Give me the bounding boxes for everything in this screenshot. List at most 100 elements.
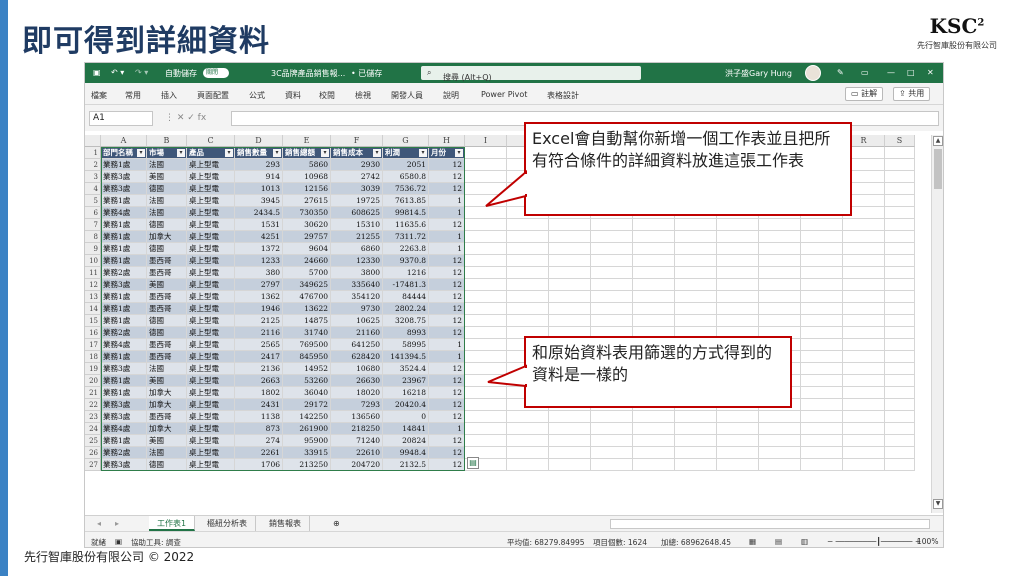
empty-cell[interactable] [717, 435, 759, 447]
empty-cell[interactable] [885, 147, 915, 159]
empty-cell[interactable] [633, 315, 675, 327]
empty-cell[interactable] [549, 255, 591, 267]
table-cell[interactable]: 業務1處 [101, 291, 147, 303]
table-cell[interactable]: 德國 [147, 243, 187, 255]
empty-cell[interactable] [843, 303, 885, 315]
tab-file[interactable]: 檔案 [91, 90, 107, 101]
empty-cell[interactable] [843, 399, 885, 411]
empty-cell[interactable] [591, 267, 633, 279]
table-header-cell[interactable]: 銷售總額 ▾ [283, 147, 331, 159]
empty-cell[interactable] [591, 255, 633, 267]
table-cell[interactable]: 2261 [235, 447, 283, 459]
table-cell[interactable]: 6860 [331, 243, 383, 255]
table-cell[interactable]: 274 [235, 435, 283, 447]
empty-cell[interactable] [843, 435, 885, 447]
empty-cell[interactable] [465, 219, 507, 231]
page-break-view-icon[interactable]: ▥ [801, 537, 808, 546]
empty-cell[interactable] [465, 279, 507, 291]
empty-cell[interactable] [549, 411, 591, 423]
empty-cell[interactable] [675, 279, 717, 291]
empty-cell[interactable] [465, 423, 507, 435]
empty-cell[interactable] [843, 291, 885, 303]
empty-cell[interactable] [717, 447, 759, 459]
empty-cell[interactable] [801, 339, 843, 351]
table-cell[interactable]: 141394.5 [383, 351, 429, 363]
empty-cell[interactable] [759, 303, 801, 315]
autosave-toggle[interactable]: 關閉 [203, 68, 229, 78]
table-cell[interactable]: 墨西哥 [147, 255, 187, 267]
table-cell[interactable]: 美國 [147, 279, 187, 291]
empty-cell[interactable] [591, 435, 633, 447]
empty-cell[interactable] [549, 447, 591, 459]
empty-cell[interactable] [465, 363, 507, 375]
table-cell[interactable]: 22610 [331, 447, 383, 459]
empty-cell[interactable] [633, 243, 675, 255]
user-name[interactable]: 洪子盛Gary Hung [725, 68, 792, 79]
table-cell[interactable]: 業務1處 [101, 159, 147, 171]
next-sheet-icon[interactable]: ▸ [107, 516, 127, 531]
table-cell[interactable]: 12 [429, 267, 465, 279]
empty-cell[interactable] [843, 327, 885, 339]
table-cell[interactable]: 墨西哥 [147, 303, 187, 315]
empty-cell[interactable] [465, 171, 507, 183]
table-cell[interactable]: 12 [429, 291, 465, 303]
row-header[interactable]: 16 [85, 327, 101, 339]
table-cell[interactable]: 14952 [283, 363, 331, 375]
empty-cell[interactable] [801, 315, 843, 327]
table-cell[interactable]: 1531 [235, 219, 283, 231]
table-cell[interactable]: 法國 [147, 159, 187, 171]
table-cell[interactable]: 29757 [283, 231, 331, 243]
table-cell[interactable]: 12 [429, 183, 465, 195]
table-cell[interactable]: 桌上型電 [187, 399, 235, 411]
empty-cell[interactable] [759, 243, 801, 255]
table-cell[interactable]: 3524.4 [383, 363, 429, 375]
table-cell[interactable]: 德國 [147, 183, 187, 195]
share-button[interactable]: ⇪ 共用 [893, 87, 931, 101]
empty-cell[interactable] [885, 339, 915, 351]
table-cell[interactable]: 29172 [283, 399, 331, 411]
search-input[interactable]: ⌕ 搜尋 (Alt+Q) [421, 66, 641, 82]
table-header-cell[interactable]: 部門名稱 ▾ [101, 147, 147, 159]
table-cell[interactable]: 2930 [331, 159, 383, 171]
row-header[interactable]: 2 [85, 159, 101, 171]
table-cell[interactable]: 27615 [283, 195, 331, 207]
empty-cell[interactable] [633, 219, 675, 231]
empty-cell[interactable] [759, 411, 801, 423]
table-cell[interactable]: 1802 [235, 387, 283, 399]
row-header[interactable]: 25 [85, 435, 101, 447]
empty-cell[interactable] [801, 399, 843, 411]
normal-view-icon[interactable]: ▦ [749, 537, 756, 546]
table-cell[interactable]: 1 [429, 351, 465, 363]
tab-insert[interactable]: 插入 [161, 90, 177, 101]
filter-dropdown-icon[interactable]: ▾ [137, 149, 145, 157]
table-cell[interactable]: 33915 [283, 447, 331, 459]
empty-cell[interactable] [549, 315, 591, 327]
empty-cell[interactable] [885, 231, 915, 243]
row-header[interactable]: 9 [85, 243, 101, 255]
empty-cell[interactable] [675, 459, 717, 471]
row-header[interactable]: 6 [85, 207, 101, 219]
empty-cell[interactable] [717, 303, 759, 315]
sheet-tab-sales-report[interactable]: 銷售報表 [261, 516, 310, 531]
empty-cell[interactable] [465, 339, 507, 351]
table-cell[interactable]: 1138 [235, 411, 283, 423]
empty-cell[interactable] [885, 387, 915, 399]
empty-cell[interactable] [717, 219, 759, 231]
table-cell[interactable]: 業務1處 [101, 255, 147, 267]
empty-cell[interactable] [633, 411, 675, 423]
empty-cell[interactable] [717, 243, 759, 255]
table-cell[interactable]: 加拿大 [147, 387, 187, 399]
vertical-scrollbar[interactable]: ▲ ▼ [931, 135, 943, 513]
table-cell[interactable]: 桌上型電 [187, 267, 235, 279]
macro-record-icon[interactable]: ▣ [115, 537, 122, 546]
table-cell[interactable]: 3208.75 [383, 315, 429, 327]
table-cell[interactable]: 12 [429, 303, 465, 315]
empty-cell[interactable] [717, 267, 759, 279]
table-cell[interactable]: 12 [429, 315, 465, 327]
empty-cell[interactable] [885, 159, 915, 171]
empty-cell[interactable] [633, 423, 675, 435]
table-cell[interactable]: 769500 [283, 339, 331, 351]
table-cell[interactable]: 美國 [147, 171, 187, 183]
table-cell[interactable]: 墨西哥 [147, 339, 187, 351]
tab-view[interactable]: 檢視 [355, 90, 371, 101]
